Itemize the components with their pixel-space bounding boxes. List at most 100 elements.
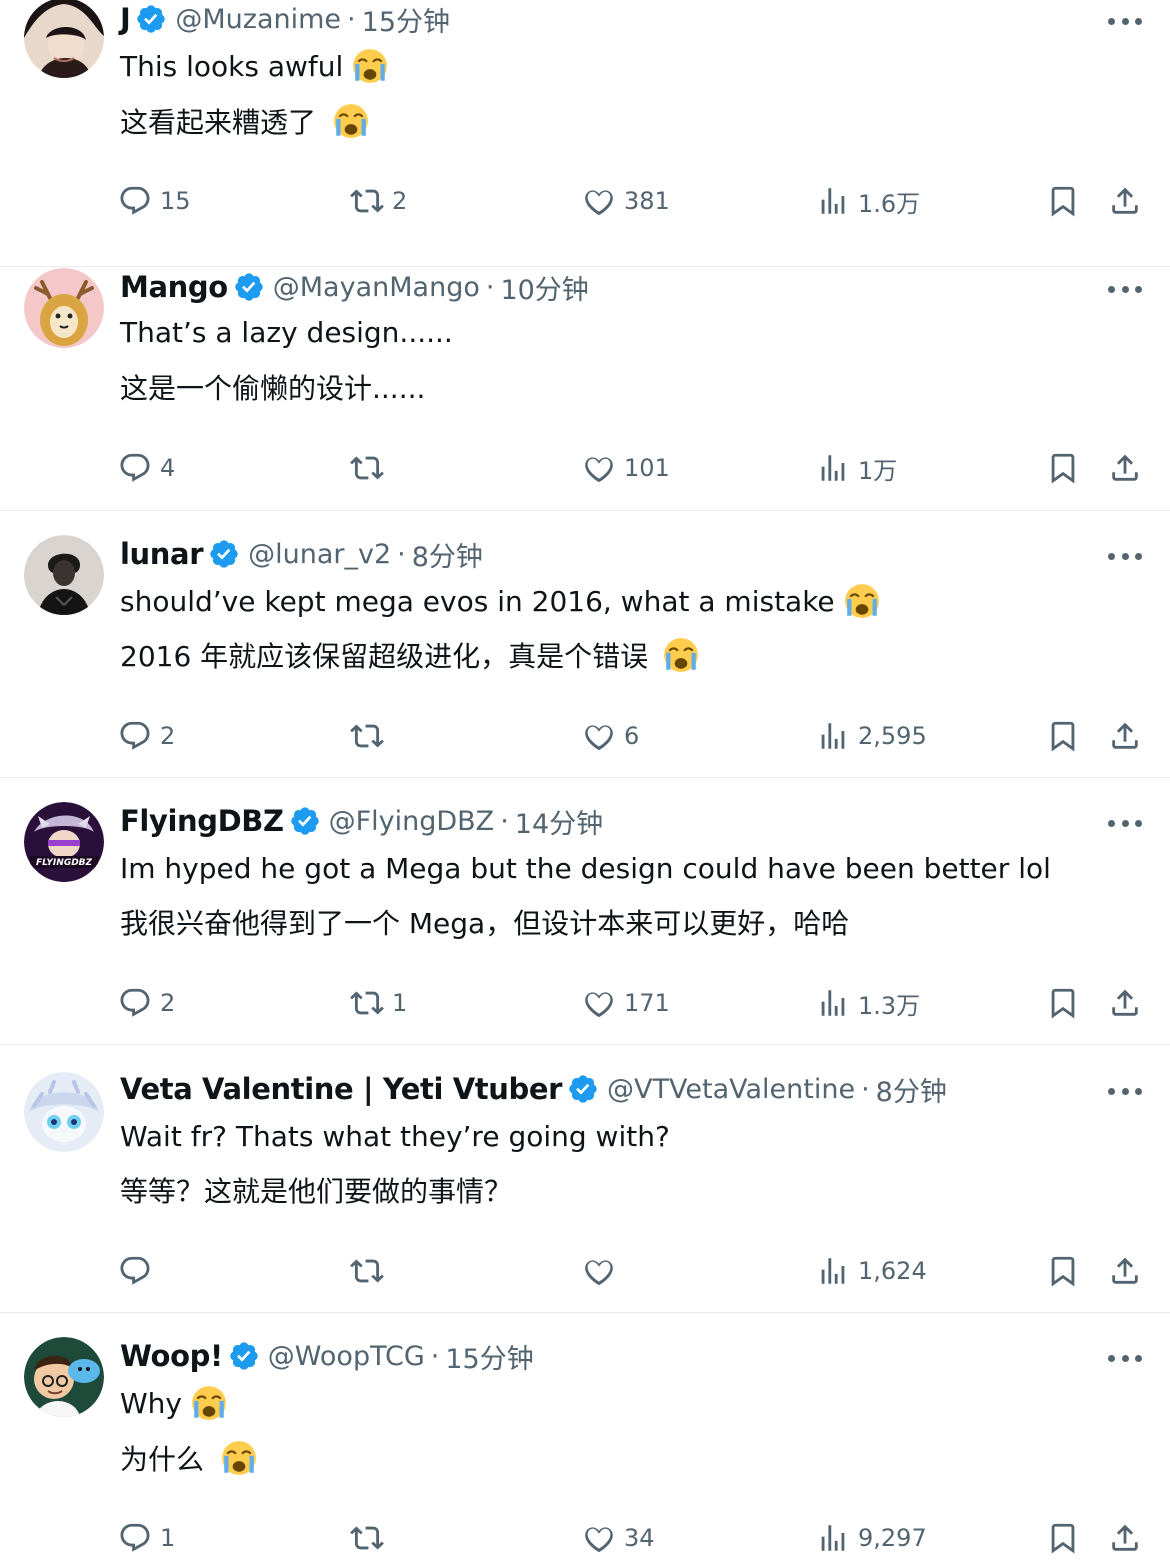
repost-button[interactable] [350, 445, 392, 491]
post-time[interactable]: 8分钟 [412, 535, 483, 574]
share-button[interactable] [1108, 178, 1142, 224]
post-time[interactable]: 14分钟 [515, 802, 603, 841]
avatar[interactable] [24, 535, 104, 615]
avatar[interactable] [24, 1337, 104, 1417]
share-button[interactable] [1108, 713, 1142, 759]
bookmark-button[interactable] [1046, 1515, 1080, 1560]
post-text-en-content: This looks awful [120, 49, 344, 83]
user-handle[interactable]: @VTVetaValentine [607, 1074, 855, 1105]
more-icon[interactable] [1108, 1351, 1142, 1365]
reply-button[interactable]: 2 [118, 713, 175, 759]
repost-button[interactable] [350, 1248, 392, 1294]
more-icon[interactable] [1108, 816, 1142, 830]
reply-button[interactable] [118, 1248, 160, 1294]
post-text-en: Why [120, 1383, 228, 1423]
loudly-crying-face-emoji-icon [332, 102, 370, 140]
loudly-crying-face-emoji-icon [351, 47, 389, 85]
repost-count: 2 [392, 187, 408, 215]
reply-post[interactable]: lunar @lunar_v2 · 8分钟 should’ve kept meg… [0, 511, 1170, 778]
reply-button[interactable]: 15 [118, 178, 191, 224]
views-button[interactable]: 2,595 [816, 713, 927, 759]
reply-post[interactable]: FLYINGDBZ FlyingDBZ @FlyingDBZ · 14分钟 Im… [0, 778, 1170, 1045]
views-icon [821, 1258, 845, 1284]
like-count: 381 [624, 187, 670, 215]
avatar[interactable] [24, 1072, 104, 1152]
bookmark-button[interactable] [1046, 980, 1080, 1026]
repost-button[interactable]: 1 [350, 980, 407, 1026]
user-handle[interactable]: @lunar_v2 [248, 539, 391, 570]
post-time[interactable]: 10分钟 [500, 268, 588, 307]
bookmark-button[interactable] [1046, 445, 1080, 491]
views-count: 1.3万 [858, 991, 921, 1020]
repost-count: 1 [392, 989, 408, 1017]
post-time[interactable]: 15分钟 [445, 1337, 533, 1376]
avatar[interactable] [24, 0, 104, 78]
bookmark-icon [1051, 186, 1075, 217]
like-button[interactable]: 381 [582, 178, 670, 224]
reply-icon [120, 453, 150, 482]
reply-count: 2 [160, 989, 176, 1017]
post-header: Veta Valentine | Yeti Vtuber @VTVetaVale… [120, 1070, 947, 1109]
more-icon[interactable] [1108, 549, 1142, 563]
post-text-zh-content: 我很兴奋他得到了一个 Mega，但设计本来可以更好，哈哈 [120, 907, 850, 940]
user-handle[interactable]: @WoopTCG [268, 1341, 425, 1372]
like-button[interactable]: 34 [582, 1515, 655, 1560]
display-name[interactable]: J [120, 2, 131, 36]
like-button[interactable]: 101 [582, 445, 670, 491]
bookmark-button[interactable] [1046, 178, 1080, 224]
reply-post[interactable]: Woop! @WoopTCG · 15分钟 Why 为什么 1 34 9,297 [0, 1313, 1170, 1560]
display-name[interactable]: FlyingDBZ [120, 804, 284, 838]
reply-post[interactable]: Veta Valentine | Yeti Vtuber @VTVetaVale… [0, 1046, 1170, 1313]
display-name[interactable]: Veta Valentine | Yeti Vtuber [120, 1072, 562, 1106]
reply-post[interactable]: J @Muzanime · 15分钟 This looks awful 这看起来… [0, 0, 1170, 267]
repost-button[interactable]: 2 [350, 178, 407, 224]
user-handle[interactable]: @FlyingDBZ [329, 806, 495, 837]
more-icon[interactable] [1108, 282, 1142, 296]
reply-button[interactable]: 1 [118, 1515, 175, 1560]
share-button[interactable] [1108, 1248, 1142, 1294]
post-time[interactable]: 8分钟 [876, 1070, 947, 1109]
views-button[interactable]: 1万 [816, 445, 897, 491]
views-count: 9,297 [858, 1524, 927, 1552]
like-icon [585, 1527, 613, 1553]
views-icon [821, 723, 845, 749]
like-button[interactable]: 171 [582, 980, 670, 1026]
share-button[interactable] [1108, 445, 1142, 491]
bookmark-icon [1051, 453, 1075, 484]
post-header: Woop! @WoopTCG · 15分钟 [120, 1337, 534, 1376]
reply-post[interactable]: Mango @MayanMango · 10分钟 That’s a lazy d… [0, 244, 1170, 511]
post-text-zh: 2016 年就应该保留超级进化，真是个错误 [120, 634, 700, 676]
like-button[interactable] [582, 1248, 624, 1294]
views-button[interactable]: 1,624 [816, 1248, 927, 1294]
bookmark-button[interactable] [1046, 713, 1080, 759]
views-button[interactable]: 1.3万 [816, 980, 920, 1026]
post-time[interactable]: 15分钟 [362, 0, 450, 39]
user-handle[interactable]: @MayanMango [273, 272, 480, 303]
avatar-logo-text: FLYINGDBZ [36, 858, 93, 868]
separator-dot: · [430, 1340, 440, 1372]
display-name[interactable]: Woop! [120, 1339, 223, 1373]
post-text-en: Im hyped he got a Mega but the design co… [120, 848, 1051, 888]
views-button[interactable]: 1.6万 [816, 178, 920, 224]
views-count: 2,595 [858, 722, 927, 750]
avatar[interactable]: FLYINGDBZ [24, 802, 104, 882]
user-handle[interactable]: @Muzanime [175, 4, 341, 35]
like-icon [585, 725, 613, 751]
repost-button[interactable] [350, 713, 392, 759]
more-icon[interactable] [1108, 14, 1142, 28]
verified-badge-icon [228, 1340, 260, 1372]
views-count: 1万 [858, 456, 898, 485]
more-icon[interactable] [1108, 1084, 1142, 1098]
share-button[interactable] [1108, 980, 1142, 1026]
avatar[interactable] [24, 268, 104, 348]
share-button[interactable] [1108, 1515, 1142, 1560]
reply-button[interactable]: 4 [118, 445, 175, 491]
like-button[interactable]: 6 [582, 713, 639, 759]
bookmark-button[interactable] [1046, 1248, 1080, 1294]
post-header: lunar @lunar_v2 · 8分钟 [120, 535, 483, 574]
display-name[interactable]: Mango [120, 270, 228, 304]
views-button[interactable]: 9,297 [816, 1515, 927, 1560]
reply-button[interactable]: 2 [118, 980, 175, 1026]
repost-button[interactable] [350, 1515, 392, 1560]
display-name[interactable]: lunar [120, 537, 204, 571]
